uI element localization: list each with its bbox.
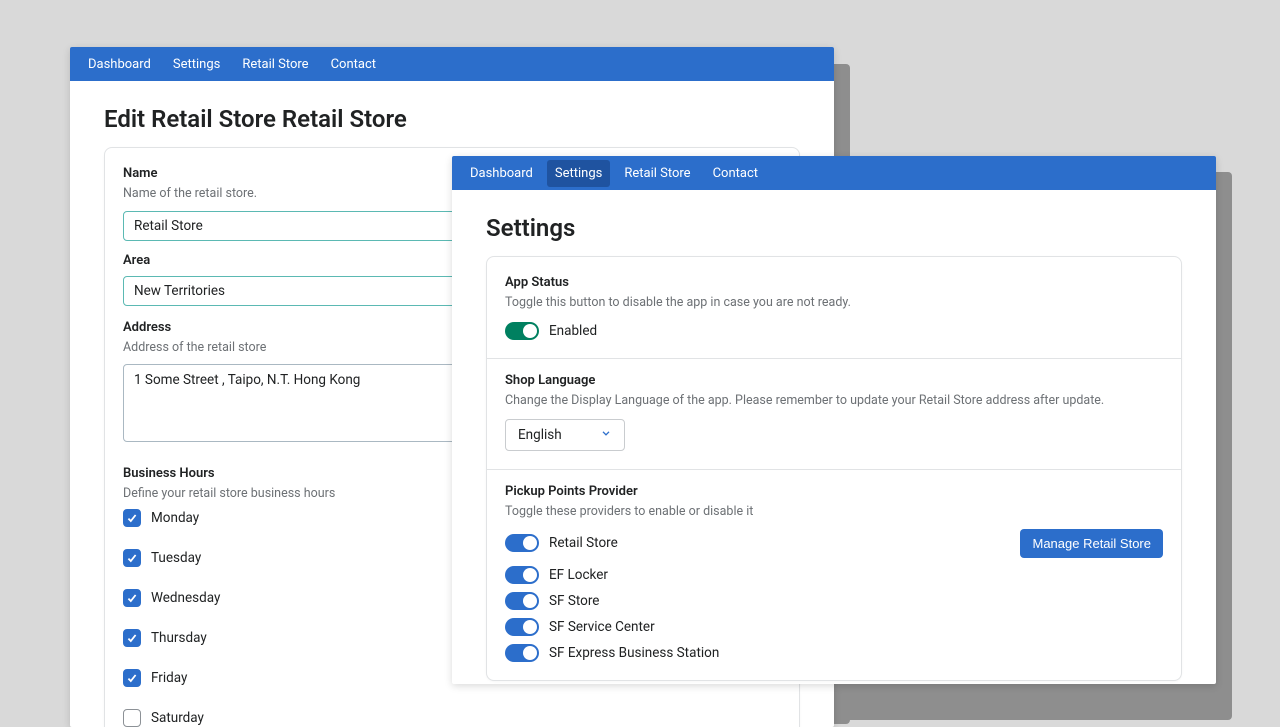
checkbox-thursday[interactable] xyxy=(123,629,141,647)
nav-settings[interactable]: Settings xyxy=(547,160,610,187)
provider-row-sf-express: SF Express Business Station xyxy=(505,644,1163,662)
divider xyxy=(487,469,1181,470)
provider-label: SF Express Business Station xyxy=(549,645,719,661)
providers-help: Toggle these providers to enable or disa… xyxy=(505,503,1163,521)
checkbox-wednesday[interactable] xyxy=(123,589,141,607)
provider-toggle[interactable] xyxy=(505,592,539,610)
checkbox-monday[interactable] xyxy=(123,509,141,527)
settings-panel: App Status Toggle this button to disable… xyxy=(486,256,1182,681)
day-row-saturday: Saturday xyxy=(123,709,781,727)
providers-label: Pickup Points Provider xyxy=(505,484,1163,499)
navbar-right: Dashboard Settings Retail Store Contact xyxy=(452,156,1216,190)
app-status-label: App Status xyxy=(505,275,1163,290)
day-label: Thursday xyxy=(151,630,207,646)
nav-retail-store[interactable]: Retail Store xyxy=(234,51,316,78)
provider-row-sf-store: SF Store xyxy=(505,592,1163,610)
day-label: Saturday xyxy=(151,710,204,726)
nav-contact[interactable]: Contact xyxy=(323,51,384,78)
nav-dashboard[interactable]: Dashboard xyxy=(462,160,541,187)
provider-toggle[interactable] xyxy=(505,534,539,552)
page-title: Settings xyxy=(486,214,1182,242)
lang-help: Change the Display Language of the app. … xyxy=(505,392,1163,410)
manage-retail-store-button[interactable]: Manage Retail Store xyxy=(1020,529,1163,558)
chevron-down-icon xyxy=(600,427,612,443)
provider-toggle[interactable] xyxy=(505,644,539,662)
app-status-toggle[interactable] xyxy=(505,322,539,340)
provider-toggle[interactable] xyxy=(505,566,539,584)
divider xyxy=(487,358,1181,359)
day-label: Tuesday xyxy=(151,550,201,566)
checkbox-saturday[interactable] xyxy=(123,709,141,727)
day-label: Friday xyxy=(151,670,187,686)
provider-label: SF Store xyxy=(549,593,599,609)
provider-row-ef-locker: EF Locker xyxy=(505,566,1163,584)
settings-window: Dashboard Settings Retail Store Contact … xyxy=(452,156,1216,684)
provider-label: SF Service Center xyxy=(549,619,655,635)
nav-dashboard[interactable]: Dashboard xyxy=(80,51,159,78)
nav-settings[interactable]: Settings xyxy=(165,51,228,78)
navbar-left: Dashboard Settings Retail Store Contact xyxy=(70,47,834,81)
checkbox-tuesday[interactable] xyxy=(123,549,141,567)
nav-contact[interactable]: Contact xyxy=(705,160,766,187)
provider-toggle[interactable] xyxy=(505,618,539,636)
provider-label: Retail Store xyxy=(549,535,618,551)
app-status-help: Toggle this button to disable the app in… xyxy=(505,294,1163,312)
page-title: Edit Retail Store Retail Store xyxy=(104,105,800,133)
nav-retail-store[interactable]: Retail Store xyxy=(616,160,698,187)
provider-row-retail-store: Retail Store Manage Retail Store xyxy=(505,529,1163,558)
day-label: Monday xyxy=(151,510,199,526)
language-select[interactable]: English xyxy=(505,419,625,451)
checkbox-friday[interactable] xyxy=(123,669,141,687)
day-label: Wednesday xyxy=(151,590,220,606)
lang-label: Shop Language xyxy=(505,373,1163,388)
provider-row-sf-service-center: SF Service Center xyxy=(505,618,1163,636)
enabled-label: Enabled xyxy=(549,323,597,339)
language-value: English xyxy=(518,427,562,443)
provider-label: EF Locker xyxy=(549,567,608,583)
